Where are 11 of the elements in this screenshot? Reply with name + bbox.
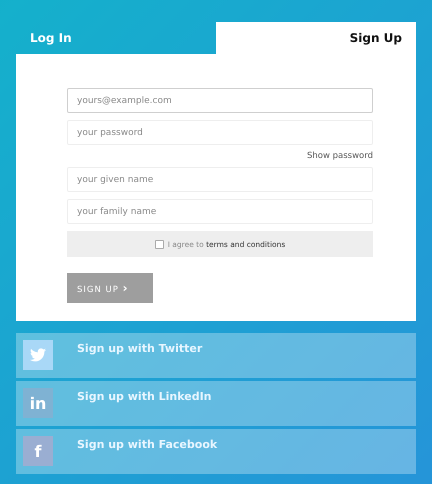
social-sign-up-button[interactable]: in Sign up with LinkedIn [16, 381, 416, 426]
social-sign-up-button[interactable]: Sign up with Twitter [16, 333, 416, 378]
tab[interactable]: Sign Up [216, 22, 416, 54]
checkbox[interactable] [154, 240, 164, 248]
input-field[interactable]: yours@example.com [67, 88, 373, 113]
logo-icon: f [23, 436, 53, 466]
logo-icon: in [23, 388, 53, 418]
tab[interactable]: Log In [16, 22, 216, 54]
sign-up-button[interactable]: SIGN UP › [67, 273, 153, 303]
show-password-link[interactable]: Show password [307, 151, 373, 161]
social-sign-up-button[interactable]: f Sign up with Facebook [16, 429, 416, 474]
